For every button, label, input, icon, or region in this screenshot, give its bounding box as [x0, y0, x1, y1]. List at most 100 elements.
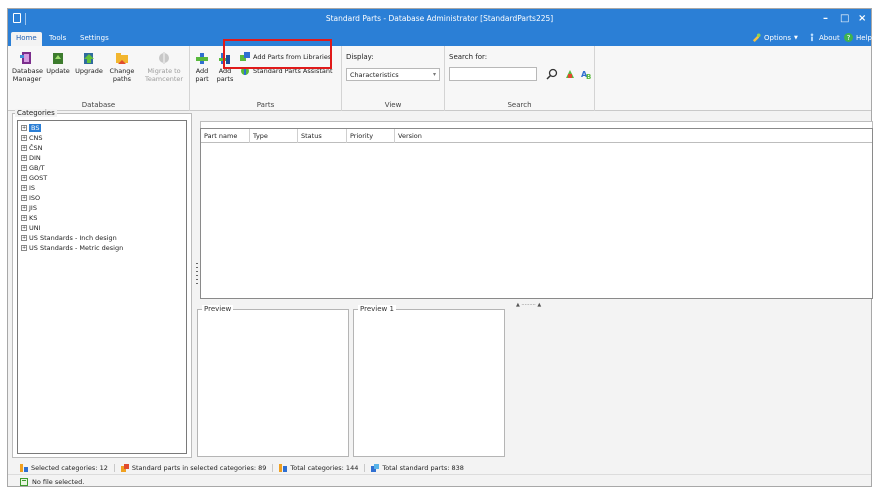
ribbon: Database Manager Update Upgrade Change p… [8, 46, 871, 111]
total-parts-icon [371, 463, 380, 472]
tree-item-csn[interactable]: + ČSN [21, 144, 43, 152]
column-type[interactable]: Type [250, 129, 298, 143]
expand-icon[interactable]: + [21, 245, 27, 251]
tab-tools[interactable]: Tools [44, 32, 71, 46]
database-group: Database Manager Update Upgrade Change p… [8, 46, 190, 111]
svg-text:?: ? [847, 33, 851, 42]
tree-item-cns[interactable]: + CNS [21, 134, 43, 142]
database-manager-label-2: Manager [12, 74, 42, 83]
svg-text:B: B [586, 73, 591, 80]
column-priority[interactable]: Priority [347, 129, 395, 143]
tree-item-label: US Standards - Metric design [29, 244, 124, 252]
search-icon[interactable] [546, 68, 558, 80]
tree-item-label: BS [29, 124, 42, 132]
grip-dot [196, 271, 198, 272]
vertical-splitter[interactable] [195, 113, 199, 303]
tree-item-is[interactable]: + IS [21, 184, 35, 192]
update-icon [53, 53, 63, 64]
about-button[interactable]: About [808, 33, 840, 42]
upgrade-button[interactable]: Upgrade [74, 51, 104, 76]
expand-icon[interactable]: + [21, 125, 27, 131]
close-button[interactable]: × [858, 13, 866, 25]
find-replace-icon[interactable]: AB [581, 68, 593, 80]
change-paths-button[interactable]: Change paths [107, 51, 137, 83]
options-menu[interactable]: Options ▼ [752, 33, 798, 42]
highlight-box [223, 39, 332, 69]
change-paths-label-2: paths [112, 74, 132, 83]
menu-bar: Home Tools Settings Options ▼ About ? He… [8, 30, 872, 46]
migrate-label-2: Teamcenter [144, 74, 184, 83]
chevron-down-icon: ▾ [432, 71, 436, 78]
tab-settings[interactable]: Settings [75, 32, 114, 46]
tree-item-us-inch[interactable]: + US Standards - Inch design [21, 234, 117, 242]
categories-tree[interactable]: + BS + CNS + ČSN + DIN + GB/T + GOST + IS + ISO … [17, 120, 187, 454]
advanced-search-icon[interactable] [564, 68, 576, 80]
expand-icon[interactable]: + [21, 165, 27, 171]
tree-item-gost[interactable]: + GOST [21, 174, 47, 182]
file-status-text: No file selected. [32, 477, 85, 486]
search-for-label: Search for: [449, 53, 488, 61]
tree-item-label: IS [29, 184, 36, 192]
add-part-icon [196, 53, 208, 64]
tree-item-ks[interactable]: + KS [21, 214, 37, 222]
update-button[interactable]: Update [45, 51, 71, 76]
column-version[interactable]: Version [395, 129, 455, 143]
parts-icon [120, 463, 129, 472]
database-manager-icon [20, 52, 31, 64]
search-input[interactable] [449, 67, 537, 81]
total-categories-icon [279, 463, 288, 472]
tree-item-label: ISO [29, 194, 41, 202]
tree-item-din[interactable]: + DIN [21, 154, 41, 162]
expand-icon[interactable]: + [21, 205, 27, 211]
total-parts-text: Total standard parts: 838 [382, 463, 464, 472]
horizontal-splitter[interactable]: ▲ ········· ▲ [196, 301, 873, 308]
expand-icon[interactable]: + [21, 235, 27, 241]
expand-icon[interactable]: + [21, 175, 27, 181]
splitter-grip: ▲ ········· ▲ [516, 302, 542, 308]
minimize-button[interactable]: – [823, 13, 828, 25]
status-bar: Selected categories: 12 Standard parts i… [8, 461, 871, 474]
column-status[interactable]: Status [298, 129, 347, 143]
expand-icon[interactable]: + [21, 195, 27, 201]
maximize-button[interactable]: □ [840, 13, 849, 25]
tab-home[interactable]: Home [11, 32, 42, 46]
total-categories-text: Total categories: 144 [290, 463, 359, 472]
expand-icon[interactable]: + [21, 145, 27, 151]
tree-item-label: KS [29, 214, 38, 222]
expand-icon[interactable]: + [21, 185, 27, 191]
grid-frame [200, 121, 873, 128]
tree-item-us-metric[interactable]: + US Standards - Metric design [21, 244, 123, 252]
tree-item-uni[interactable]: + UNI [21, 224, 41, 232]
tree-item-label: UNI [29, 224, 41, 232]
add-part-button[interactable]: Add part [193, 51, 211, 83]
grip-dot [196, 267, 198, 268]
database-manager-button[interactable]: Database Manager [12, 51, 43, 83]
tree-item-gbt[interactable]: + GB/T [21, 164, 45, 172]
expand-icon[interactable]: + [21, 135, 27, 141]
display-select-value: Characteristics [350, 71, 399, 79]
options-label: Options [764, 33, 792, 42]
migrate-to-teamcenter-button[interactable]: Migrate to Teamcenter [142, 51, 186, 83]
preview-panel: Preview [197, 305, 349, 457]
help-button[interactable]: ? Help [844, 33, 872, 42]
display-select[interactable]: Characteristics ▾ [346, 68, 440, 81]
display-label: Display: [346, 53, 374, 61]
status-total-parts: Total standard parts: 838 [371, 463, 470, 472]
preview-1-title: Preview 1 [358, 305, 396, 313]
expand-icon[interactable]: + [21, 155, 27, 161]
grip-dot [196, 275, 198, 276]
expand-icon[interactable]: + [21, 215, 27, 221]
tree-item-jis[interactable]: + JIS [21, 204, 37, 212]
expand-icon[interactable]: + [21, 225, 27, 231]
update-label: Update [46, 67, 70, 75]
categories-title: Categories [15, 109, 57, 117]
tree-item-label: GB/T [29, 164, 45, 172]
parts-grid[interactable]: Part name Type Status Priority Version [200, 128, 873, 299]
about-label: About [819, 33, 840, 42]
column-part-name[interactable]: Part name [201, 129, 250, 143]
categories-icon [20, 463, 28, 472]
upgrade-label: Upgrade [75, 67, 103, 75]
tree-item-bs[interactable]: + BS [21, 124, 42, 132]
tree-item-iso[interactable]: + ISO [21, 194, 40, 202]
parts-in-selected-text: Standard parts in selected categories: 8… [131, 463, 267, 472]
